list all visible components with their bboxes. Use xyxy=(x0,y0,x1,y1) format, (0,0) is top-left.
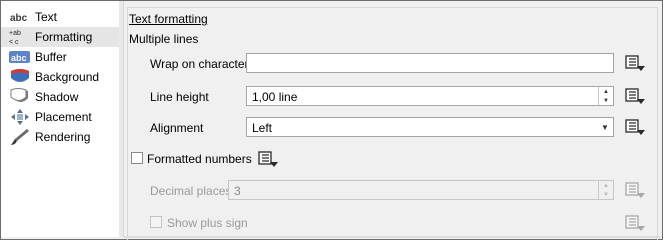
shadow-icon xyxy=(9,88,31,106)
sidebar-item-label: Shadow xyxy=(35,90,79,104)
line-height-spinner[interactable]: ▲ ▼ xyxy=(598,87,613,105)
sidebar-item-formatting[interactable]: +ab < c Formatting xyxy=(1,27,119,47)
label-settings-sidebar: abc Text +ab < c Formatting abc Buffer B… xyxy=(1,1,120,237)
decimal-places-label: Decimal places xyxy=(150,184,232,198)
multiple-lines-header: Multiple lines xyxy=(129,32,199,46)
sidebar-item-shadow[interactable]: Shadow xyxy=(1,87,119,107)
data-defined-override-button[interactable] xyxy=(258,150,280,168)
spin-down-icon[interactable]: ▼ xyxy=(599,190,613,199)
wrap-on-character-input[interactable] xyxy=(246,53,614,73)
show-plus-sign-checkbox[interactable] xyxy=(150,216,162,228)
sidebar-item-label: Background xyxy=(35,70,100,84)
spin-up-icon[interactable]: ▲ xyxy=(599,87,613,96)
data-defined-override-button[interactable] xyxy=(625,87,647,105)
sidebar-item-label: Rendering xyxy=(35,130,91,144)
data-defined-override-icon xyxy=(625,215,647,235)
svg-text:< c: < c xyxy=(9,39,19,46)
show-plus-sign-label: Show plus sign xyxy=(167,216,248,230)
data-defined-override-icon xyxy=(625,182,647,202)
scroll-area-bottom-edge xyxy=(124,236,660,238)
rendering-brush-icon xyxy=(9,128,31,146)
sidebar-item-label: Placement xyxy=(35,110,92,124)
line-height-label: Line height xyxy=(150,90,209,104)
data-defined-override-icon xyxy=(258,151,280,171)
sidebar-item-rendering[interactable]: Rendering xyxy=(1,127,119,147)
svg-text:abc: abc xyxy=(11,53,27,63)
svg-text:+ab: +ab xyxy=(9,30,21,37)
formatting-icon: +ab < c xyxy=(9,28,31,46)
chevron-down-icon[interactable]: ▼ xyxy=(597,118,613,136)
placement-icon xyxy=(9,108,31,126)
sidebar-item-placement[interactable]: Placement xyxy=(1,107,119,127)
formatted-numbers-label: Formatted numbers xyxy=(147,152,252,166)
decimal-places-spinbox[interactable]: 3 ▲ ▼ xyxy=(228,180,614,200)
alignment-label: Alignment xyxy=(150,121,204,135)
alignment-combobox[interactable]: Left ▼ xyxy=(246,117,614,137)
data-defined-override-button[interactable] xyxy=(625,118,647,136)
data-defined-override-icon xyxy=(625,119,647,139)
data-defined-override-button[interactable] xyxy=(625,214,647,232)
wrap-on-character-label: Wrap on character xyxy=(150,57,249,71)
buffer-icon: abc xyxy=(9,48,31,66)
formatted-numbers-checkbox[interactable] xyxy=(131,152,143,164)
spin-up-icon[interactable]: ▲ xyxy=(599,181,613,190)
sidebar-item-background[interactable]: Background xyxy=(1,67,119,87)
background-shield-icon xyxy=(9,68,31,86)
data-defined-override-button[interactable] xyxy=(625,54,647,72)
data-defined-override-icon xyxy=(625,55,647,75)
sidebar-item-label: Formatting xyxy=(35,30,93,44)
svg-text:abc: abc xyxy=(10,13,28,24)
sidebar-item-text[interactable]: abc Text xyxy=(1,7,119,27)
abc-text-icon: abc xyxy=(9,8,31,26)
sidebar-item-label: Buffer xyxy=(35,50,67,64)
data-defined-override-button[interactable] xyxy=(625,181,647,199)
spin-down-icon[interactable]: ▼ xyxy=(599,96,613,105)
data-defined-override-icon xyxy=(625,88,647,108)
sidebar-item-buffer[interactable]: abc Buffer xyxy=(1,47,119,67)
line-height-spinbox[interactable]: 1,00 line ▲ ▼ xyxy=(246,86,614,106)
decimal-places-spinner[interactable]: ▲ ▼ xyxy=(598,181,613,199)
section-title: Text formatting xyxy=(129,12,208,26)
sidebar-item-label: Text xyxy=(35,10,58,24)
